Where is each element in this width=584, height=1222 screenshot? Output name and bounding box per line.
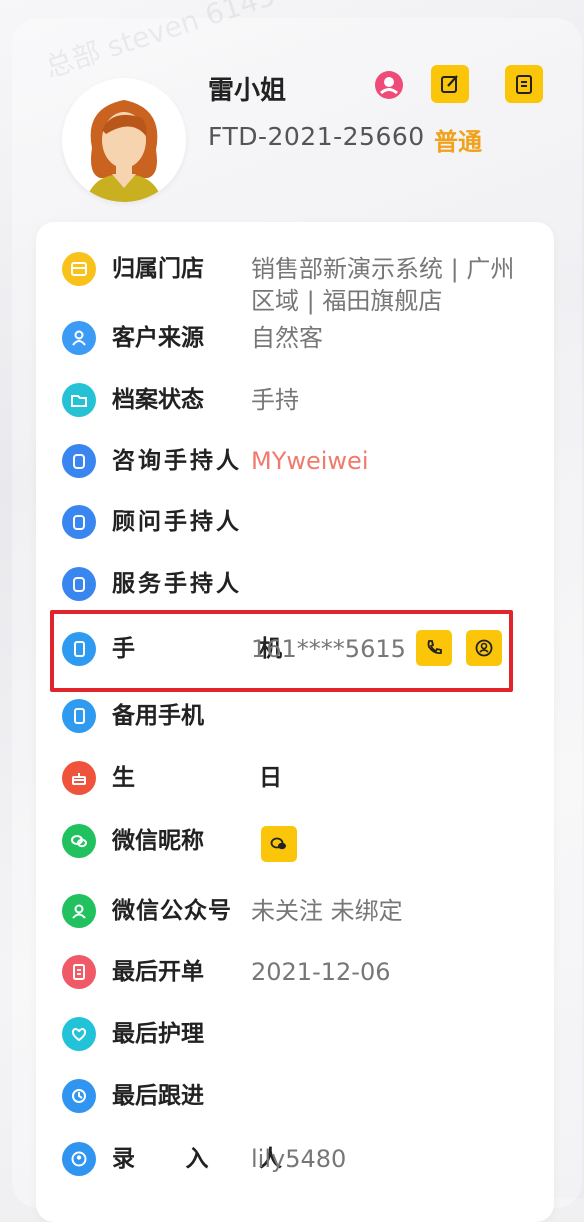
wechat-icon [270,837,286,850]
phone-icon [62,699,96,733]
followup-icon [62,1079,96,1113]
row-consult-holder: 咨询手持人 MYweiwei [62,444,542,484]
row-service-holder: 服务手持人 [62,567,542,607]
row-official-account: 微信公众号 未关注 未绑定 [62,894,542,934]
wechat-icon [62,824,96,858]
person-icon [62,321,96,355]
row-last-followup: 最后跟进 [62,1079,542,1119]
official-account-icon [62,894,96,928]
row-last-order: 最后开单 2021-12-06 [62,955,542,995]
row-wechat-nickname: 微信昵称 [62,824,542,864]
store-icon [62,252,96,286]
row-label: 顾问手持人 [112,509,242,535]
edit-icon [441,75,458,93]
row-file-status: 档案状态 手持 [62,383,542,423]
row-label: 服务手持人 [112,571,242,597]
notes-icon [516,75,532,94]
row-birthday: 生日 [62,761,542,801]
entered-by-value: lily5480 [251,1145,347,1173]
card-number: FTD-2021-25660 [208,122,425,151]
row-source: 客户来源 自然客 [62,321,542,361]
avatar-illustration [86,100,162,202]
row-label: 最后跟进 [112,1083,204,1109]
last-order-value: 2021-12-06 [251,958,391,986]
row-label: 微信昵称 [112,828,204,854]
avatar[interactable] [62,78,186,202]
row-advisor-holder: 顾问手持人 [62,505,542,545]
customer-name: 雷小姐 [208,76,287,106]
store-value-line2: 区域 | 福田旗舰店 [251,287,443,315]
folder-icon [62,383,96,417]
official-account-value: 未关注 未绑定 [251,897,403,925]
holder-icon [62,444,96,478]
holder-icon [62,505,96,539]
row-store: 归属门店 销售部新演示系统 | 广州 区域 | 福田旗舰店 [62,252,542,322]
row-last-care: 最后护理 [62,1017,542,1057]
highlight-box [50,610,513,692]
heart-icon [62,1017,96,1051]
row-label: 生日 [112,765,282,791]
user-icon [62,1142,96,1176]
edit-button[interactable] [431,65,469,103]
row-entered-by: 录入人 lily5480 [62,1142,542,1182]
row-backup-mobile: 备用手机 [62,699,542,739]
cake-icon [62,761,96,795]
holder-icon [62,567,96,601]
row-label: 最后护理 [112,1021,204,1047]
order-icon [62,955,96,989]
row-label: 备用手机 [112,703,204,729]
store-value-line1: 销售部新演示系统 | 广州 [251,255,515,283]
location-pin-icon[interactable] [372,68,406,102]
member-level-badge: 普通 [434,128,482,156]
source-value: 自然客 [251,324,323,352]
consult-holder-value[interactable]: MYweiwei [251,444,369,478]
notes-button[interactable] [505,65,543,103]
wechat-bind-button[interactable] [261,826,297,862]
file-status-value: 手持 [251,386,299,414]
